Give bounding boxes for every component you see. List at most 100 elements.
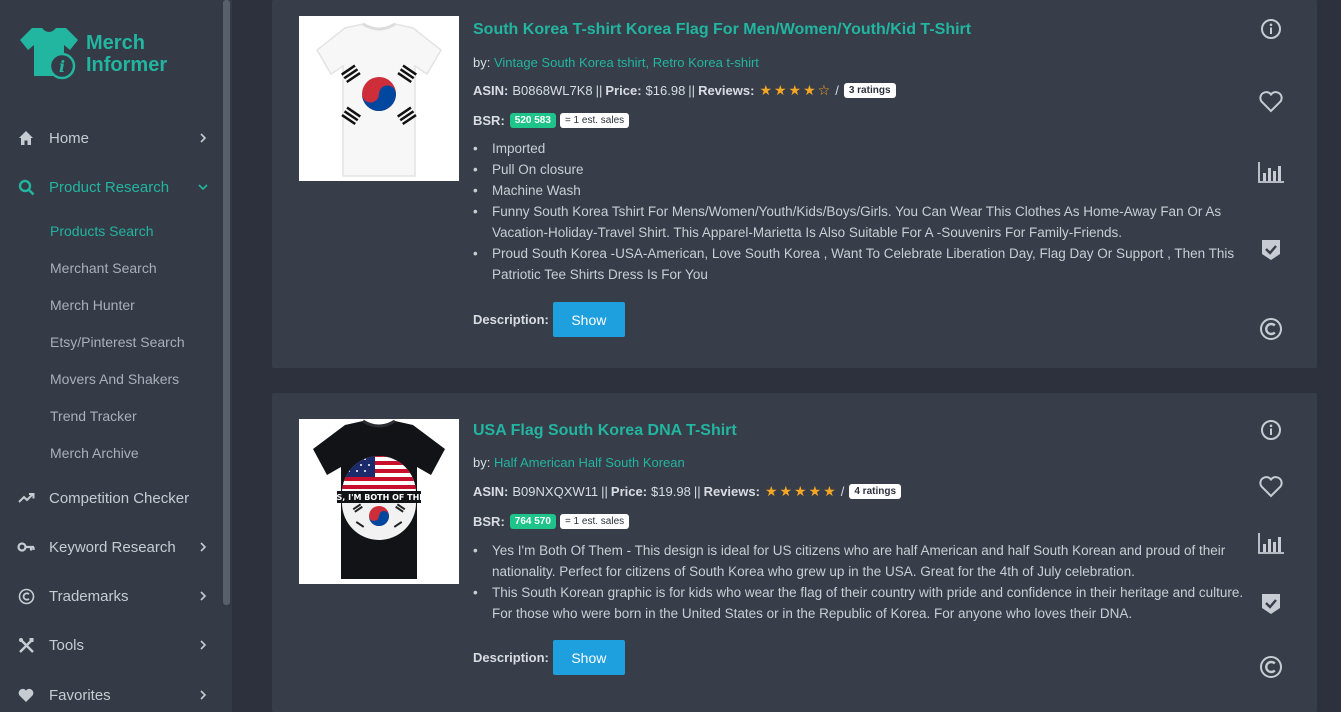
sidebar-item-label: Trademarks xyxy=(49,587,129,605)
sidebar-item-label: Tools xyxy=(49,636,85,654)
sidebar: i Merch Informer Home Product Research P… xyxy=(0,0,232,712)
product-title[interactable]: USA Flag South Korea DNA T-Shirt xyxy=(473,422,737,440)
by-label: by: xyxy=(473,55,491,70)
est-sales-badge: = 1 est. sales xyxy=(559,514,630,529)
chevron-right-icon xyxy=(200,640,207,650)
list-item: Yes I'm Both Of Them - This design is id… xyxy=(473,540,1253,582)
sidebar-scrollbar[interactable] xyxy=(223,0,230,605)
sidebar-item-label: Home xyxy=(49,129,90,147)
list-item: Proud South Korea -USA-American, Love So… xyxy=(473,243,1253,285)
bsr-badge: 520 583 xyxy=(509,113,556,128)
ratings-count-badge: 4 ratings xyxy=(849,484,902,499)
list-item: Imported xyxy=(473,138,1253,159)
product-byline: by: Half American Half South Korean xyxy=(473,455,685,470)
asin-label: ASIN: xyxy=(473,83,509,98)
reviews-label: Reviews: xyxy=(698,83,755,98)
sidebar-item-keyword-research[interactable]: Keyword Research xyxy=(0,532,222,562)
sidebar-item-trademarks[interactable]: Trademarks xyxy=(0,581,222,611)
sidebar-item-label: Product Research xyxy=(49,178,170,196)
sidebar-subitem-trend-tracker[interactable]: Trend Tracker xyxy=(50,406,137,426)
by-label: by: xyxy=(473,455,491,470)
asin-label: ASIN: xyxy=(473,484,509,499)
bsr-label: BSR: xyxy=(473,113,505,128)
bsr-badge: 764 570 xyxy=(509,514,556,529)
price-label: Price: xyxy=(610,484,648,499)
brand-name: Merch Informer xyxy=(86,32,168,76)
description-row: Description: Show xyxy=(473,302,625,337)
product-title[interactable]: South Korea T-shirt Korea Flag For Men/W… xyxy=(473,21,971,39)
shield-check-icon[interactable] xyxy=(1256,589,1286,619)
product-meta: ASIN: B09NXQXW11 || Price: $19.98 || Rev… xyxy=(473,483,902,500)
product-byline: by: Vintage South Korea tshirt, Retro Ko… xyxy=(473,55,759,70)
chevron-down-icon xyxy=(198,184,208,191)
shirt-text: YES, I'M BOTH OF THEM xyxy=(324,493,433,502)
price-label: Price: xyxy=(605,83,642,98)
sidebar-subitem-movers-and-shakers[interactable]: Movers And Shakers xyxy=(50,369,179,389)
info-icon[interactable] xyxy=(1256,415,1286,445)
asin-value: B0868WL7K8 xyxy=(512,83,593,98)
chevron-right-icon xyxy=(200,690,207,700)
description-label: Description: xyxy=(473,312,549,327)
bsr-row: BSR: 520 583 = 1 est. sales xyxy=(473,113,630,128)
bar-chart-icon[interactable] xyxy=(1256,528,1286,558)
product-card: South Korea T-shirt Korea Flag For Men/W… xyxy=(272,0,1317,368)
sidebar-subitem-merch-archive[interactable]: Merch Archive xyxy=(50,443,139,463)
ratings-count-badge: 3 ratings xyxy=(843,83,896,98)
star-rating: ★★★★☆ xyxy=(759,82,833,98)
copyright-icon[interactable] xyxy=(1256,652,1286,682)
logo[interactable]: i Merch Informer xyxy=(18,26,188,82)
list-item: This South Korean graphic is for kids wh… xyxy=(473,582,1253,624)
sidebar-subitem-merch-hunter[interactable]: Merch Hunter xyxy=(50,295,135,315)
product-image[interactable]: YES, I'M BOTH OF THEM xyxy=(299,419,459,584)
sidebar-item-competition-checker[interactable]: Competition Checker xyxy=(0,483,222,513)
chevron-right-icon xyxy=(200,591,207,601)
list-item: Funny South Korea Tshirt For Mens/Women/… xyxy=(473,201,1253,243)
sidebar-item-favorites[interactable]: Favorites xyxy=(0,680,222,710)
home-icon xyxy=(17,129,35,147)
search-icon xyxy=(17,178,35,196)
product-bullets: Imported Pull On closure Machine Wash Fu… xyxy=(473,138,1253,285)
price-value: $19.98 xyxy=(651,484,691,499)
bar-chart-icon[interactable] xyxy=(1256,157,1286,187)
key-icon xyxy=(17,538,35,556)
heart-icon xyxy=(17,686,35,704)
chevron-right-icon xyxy=(200,133,207,143)
tools-icon xyxy=(17,636,35,654)
est-sales-badge: = 1 est. sales xyxy=(559,113,630,128)
copyright-icon[interactable] xyxy=(1256,314,1286,344)
sidebar-subitem-etsy-pinterest-search[interactable]: Etsy/Pinterest Search xyxy=(50,332,185,352)
bsr-label: BSR: xyxy=(473,514,505,529)
sidebar-item-product-research[interactable]: Product Research xyxy=(0,172,222,202)
description-row: Description: Show xyxy=(473,640,625,675)
product-bullets: Yes I'm Both Of Them - This design is id… xyxy=(473,540,1253,624)
price-value: $16.98 xyxy=(645,83,686,98)
brand-link[interactable]: Half American Half South Korean xyxy=(494,455,685,470)
tshirt-logo-icon: i xyxy=(20,28,78,80)
svg-text:i: i xyxy=(59,57,65,76)
bsr-row: BSR: 764 570 = 1 est. sales xyxy=(473,514,630,529)
list-item: Pull On closure xyxy=(473,159,1253,180)
list-item: Machine Wash xyxy=(473,180,1253,201)
favorite-heart-icon[interactable] xyxy=(1256,87,1286,117)
info-icon[interactable] xyxy=(1256,14,1286,44)
description-label: Description: xyxy=(473,650,549,665)
brand-link[interactable]: Vintage South Korea tshirt, Retro Korea … xyxy=(494,55,759,70)
sidebar-item-tools[interactable]: Tools xyxy=(0,630,222,660)
shield-check-icon[interactable] xyxy=(1256,235,1286,265)
star-rating: ★★★★★ xyxy=(764,483,838,499)
sidebar-item-label: Favorites xyxy=(49,686,111,704)
trend-icon xyxy=(17,489,35,507)
sidebar-item-label: Competition Checker xyxy=(49,489,190,507)
show-description-button[interactable]: Show xyxy=(552,302,625,337)
sidebar-item-home[interactable]: Home xyxy=(0,123,222,153)
favorite-heart-icon[interactable] xyxy=(1256,472,1286,502)
sidebar-item-label: Keyword Research xyxy=(49,538,176,556)
copyright-icon xyxy=(17,587,35,605)
product-meta: ASIN: B0868WL7K8 || Price: $16.98 || Rev… xyxy=(473,82,896,99)
chevron-right-icon xyxy=(200,542,207,552)
sidebar-subitem-products-search[interactable]: Products Search xyxy=(50,221,154,241)
sidebar-subitem-merchant-search[interactable]: Merchant Search xyxy=(50,258,157,278)
product-image[interactable] xyxy=(299,16,459,181)
show-description-button[interactable]: Show xyxy=(552,640,625,675)
reviews-label: Reviews: xyxy=(703,484,760,499)
